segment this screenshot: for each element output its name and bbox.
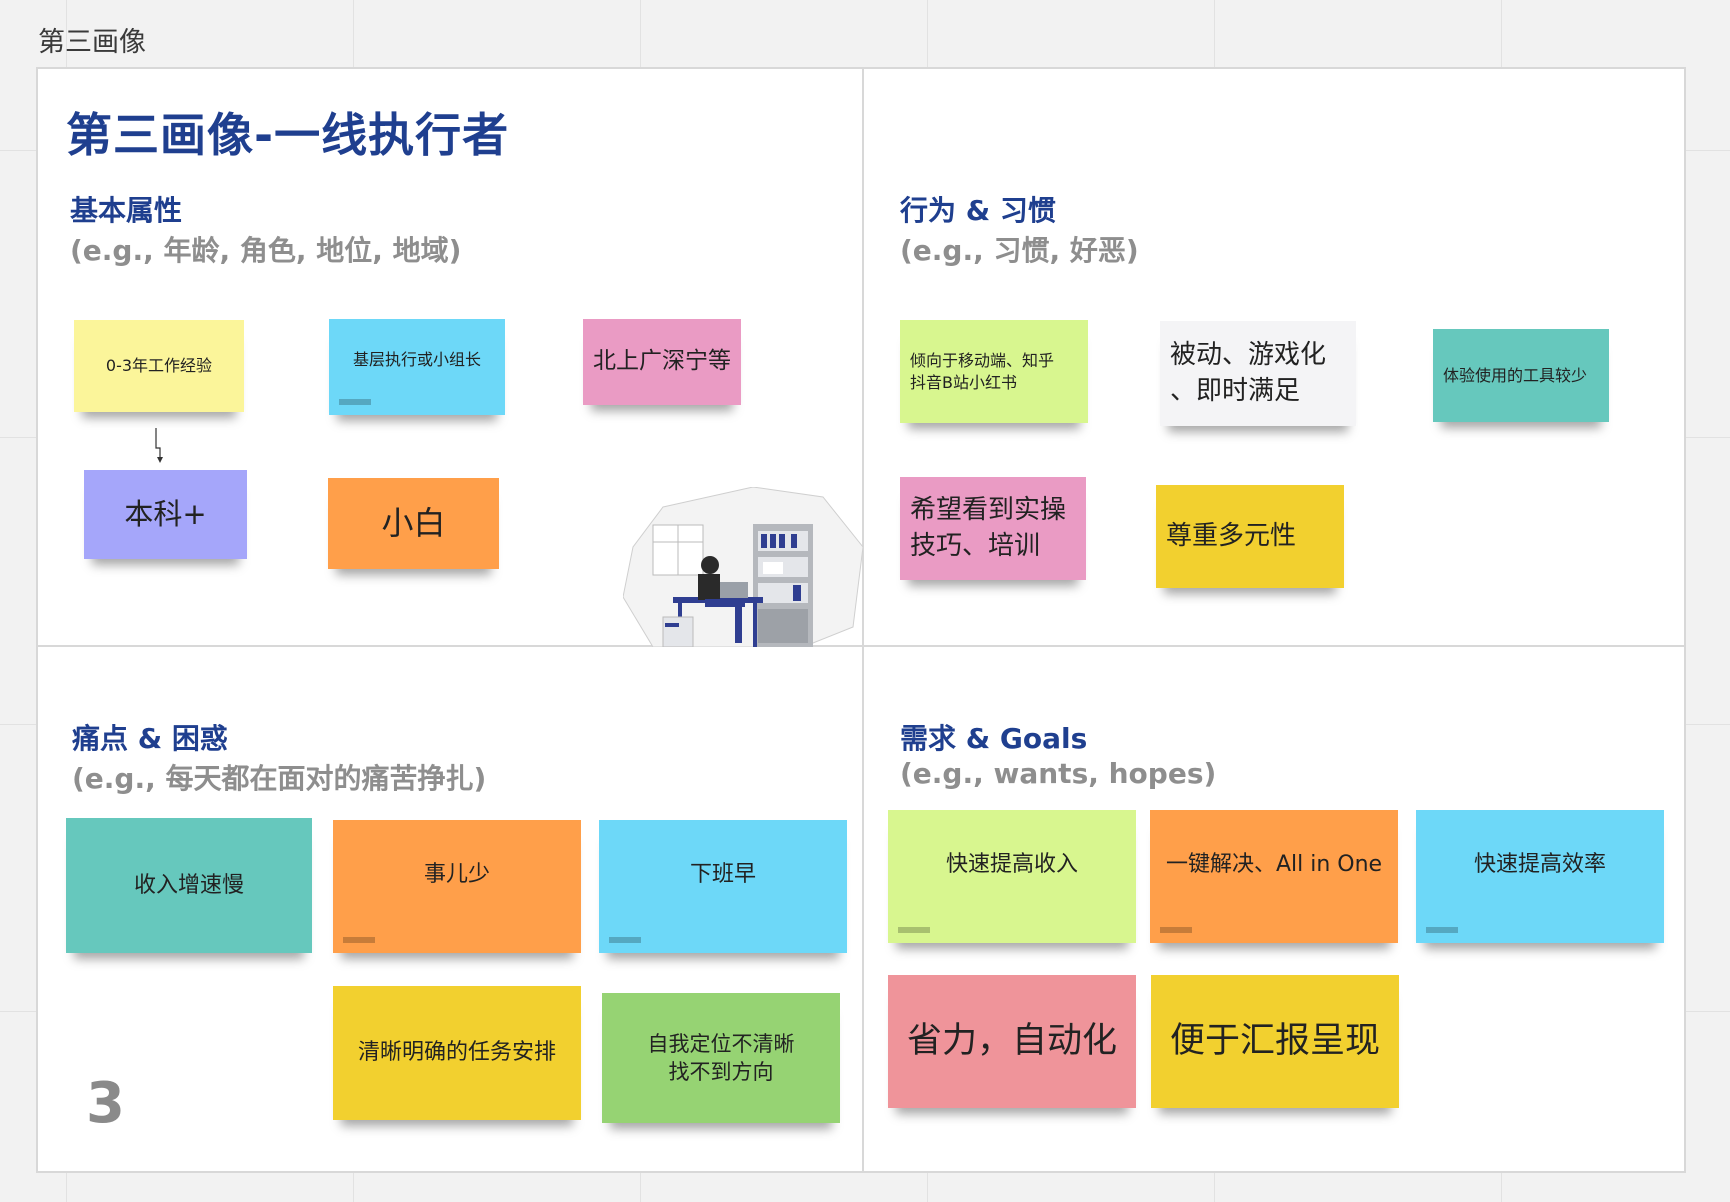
section-hint-needs: (e.g., wants, hopes) xyxy=(900,757,1217,790)
sticky-note-text: 清晰明确的任务安排 xyxy=(357,1040,556,1066)
sticky-note-text: 小白 xyxy=(381,503,446,542)
sticky-note-text: 快速提高收入 xyxy=(945,852,1078,877)
sticky-note-automation[interactable]: 省力，自动化 xyxy=(888,975,1136,1108)
sticky-note-mobile-platforms[interactable]: 倾向于移动端、知乎 抖音B站小红书 xyxy=(900,320,1088,423)
sticky-note-all-in-one[interactable]: 一键解决、All in One xyxy=(1150,810,1398,943)
persona-title: 第三画像-一线执行者 xyxy=(66,108,510,162)
sticky-note-clear-tasks[interactable]: 清晰明确的任务安排 xyxy=(333,986,581,1120)
sticky-note-text: 基层执行或小组长 xyxy=(352,350,481,369)
sticky-note-text: 尊重多元性 xyxy=(1166,520,1297,551)
note-tag xyxy=(339,399,371,405)
sticky-note-text: 本科+ xyxy=(124,496,207,531)
sticky-note-text: 省力，自动化 xyxy=(906,1020,1117,1061)
sticky-note-text: 0-3年工作经验 xyxy=(105,356,213,376)
sticky-note-text: 快速提高效率 xyxy=(1473,852,1606,877)
sticky-note-fewer-tasks[interactable]: 事儿少 xyxy=(333,820,581,953)
sticky-note-text: 便于汇报呈现 xyxy=(1169,1020,1380,1061)
sticky-note-training[interactable]: 希望看到实操 技巧、培训 xyxy=(900,477,1086,580)
sticky-note-region[interactable]: 北上广深宁等 xyxy=(583,319,741,405)
sticky-note-text: 倾向于移动端、知乎 抖音B站小红书 xyxy=(910,350,1055,392)
sticky-note-slow-income[interactable]: 收入增速慢 xyxy=(66,818,312,953)
section-hint-basic: (e.g., 年龄, 角色, 地位, 地域) xyxy=(70,234,462,267)
sticky-note-role[interactable]: 基层执行或小组长 xyxy=(329,319,505,415)
sticky-note-text: 体验使用的工具较少 xyxy=(1443,365,1588,385)
note-tag xyxy=(1160,927,1192,933)
section-title-behavior: 行为 & 习惯 xyxy=(900,194,1056,227)
sticky-note-text: 自我定位不清晰 找不到方向 xyxy=(647,1031,795,1084)
sticky-note-passive-gamified[interactable]: 被动、游戏化 、即时满足 xyxy=(1160,321,1356,426)
sticky-note-text: 北上广深宁等 xyxy=(593,348,731,375)
section-title-pain: 痛点 & 困惑 xyxy=(72,722,228,755)
sticky-note-raise-efficiency[interactable]: 快速提高效率 xyxy=(1416,810,1664,943)
sticky-note-text: 事儿少 xyxy=(423,862,490,887)
persona-board: 第三画像-一线执行者 基本属性 (e.g., 年龄, 角色, 地位, 地域) 行… xyxy=(36,67,1686,1173)
sticky-note-diversity[interactable]: 尊重多元性 xyxy=(1156,485,1344,588)
office-worker-illustration xyxy=(623,487,863,647)
sticky-note-novice[interactable]: 小白 xyxy=(328,478,499,569)
sticky-note-work-experience[interactable]: 0-3年工作经验 xyxy=(74,320,244,412)
section-title-basic: 基本属性 xyxy=(70,194,183,227)
sticky-note-text: 收入增速慢 xyxy=(133,872,244,898)
sticky-note-reporting[interactable]: 便于汇报呈现 xyxy=(1151,975,1399,1108)
note-tag xyxy=(343,937,375,943)
sticky-note-raise-income[interactable]: 快速提高收入 xyxy=(888,810,1136,943)
sticky-note-few-tools[interactable]: 体验使用的工具较少 xyxy=(1433,329,1609,422)
connector-arrow-icon xyxy=(155,428,163,463)
sticky-note-text: 一键解决、All in One xyxy=(1165,852,1383,877)
section-hint-behavior: (e.g., 习惯, 好恶) xyxy=(900,234,1139,267)
sticky-note-education[interactable]: 本科+ xyxy=(84,470,247,559)
sticky-note-text: 下班早 xyxy=(689,862,756,887)
sticky-note-leave-early[interactable]: 下班早 xyxy=(599,820,847,953)
section-title-needs: 需求 & Goals xyxy=(900,722,1088,755)
sticky-note-text: 希望看到实操 技巧、培训 xyxy=(910,495,1067,561)
note-tag xyxy=(609,937,641,943)
sticky-note-text: 被动、游戏化 、即时满足 xyxy=(1170,340,1327,406)
note-tag xyxy=(1426,927,1458,933)
section-hint-pain: (e.g., 每天都在面对的痛苦挣扎) xyxy=(72,762,487,795)
note-tag xyxy=(898,927,930,933)
page-number: 3 xyxy=(86,1071,125,1136)
frame-label: 第三画像 xyxy=(38,27,146,58)
sticky-note-no-direction[interactable]: 自我定位不清晰 找不到方向 xyxy=(602,993,840,1123)
